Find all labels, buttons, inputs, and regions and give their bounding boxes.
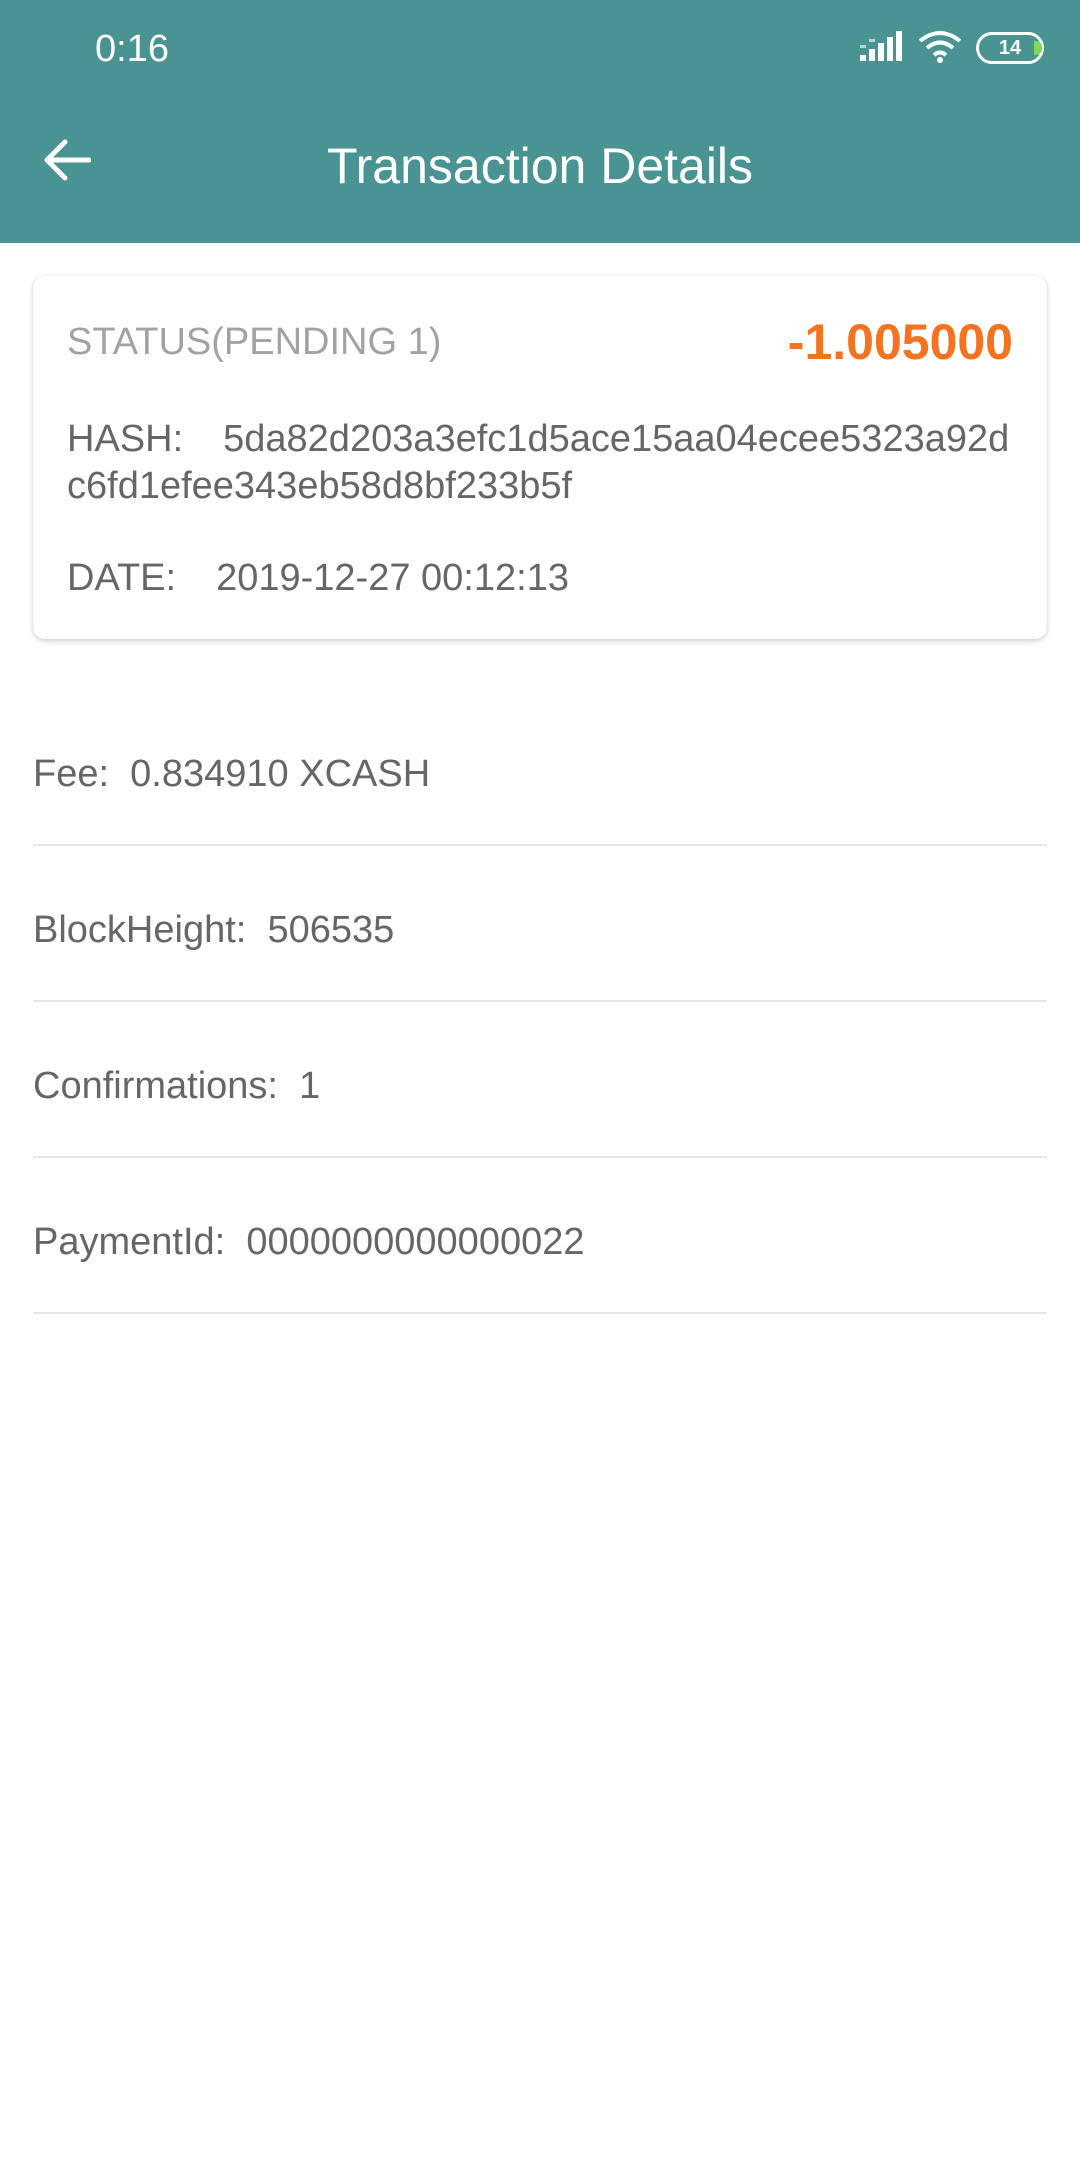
date-value: 2019-12-27 00:12:13 [216, 557, 569, 599]
payment-id-value: 0000000000000022 [246, 1221, 585, 1263]
fee-value: 0.834910 XCASH [130, 753, 431, 795]
confirmations-row: Confirmations: 1 [33, 1002, 1047, 1158]
status-icons: 14 [860, 28, 1044, 68]
hash-label: HASH: [67, 418, 184, 460]
amount-value: -1.005000 [787, 314, 1013, 370]
transaction-summary-card: STATUS(PENDING 1) -1.005000 HASH: 5da82d2… [33, 276, 1047, 639]
page-title: Transaction Details [326, 138, 754, 194]
block-height-row: BlockHeight: 506535 [33, 846, 1047, 1002]
signal-icon [860, 29, 918, 68]
battery-icon: 14 [976, 32, 1044, 64]
confirmations-label: Confirmations: [33, 1065, 278, 1107]
block-height-value: 506535 [267, 909, 395, 951]
payment-id-row: PaymentId: 0000000000000022 [33, 1158, 1047, 1314]
wifi-icon [918, 29, 976, 68]
confirmations-value: 1 [299, 1065, 321, 1107]
block-height-label: BlockHeight: [33, 909, 247, 951]
date-field: DATE: 2019-12-27 00:12:13 [67, 554, 569, 602]
fee-label: Fee: [33, 753, 110, 795]
fee-row: Fee: 0.834910 XCASH [33, 690, 1047, 846]
payment-id-label: PaymentId: [33, 1221, 226, 1263]
status-time: 0:16 [95, 28, 169, 70]
hash-field[interactable]: HASH: 5da82d203a3efc1d5ace15aa04ecee5323a… [67, 416, 1017, 510]
battery-level: 14 [998, 37, 1022, 59]
status-text: STATUS(PENDING 1) [67, 321, 442, 363]
date-label: DATE: [67, 557, 177, 599]
hash-value: 5da82d203a3efc1d5ace15aa04ecee5323a92dc6… [67, 418, 1010, 507]
battery-charge-indicator [1034, 41, 1042, 55]
app-bar: 0:16 14 Transaction Details [0, 0, 1080, 243]
